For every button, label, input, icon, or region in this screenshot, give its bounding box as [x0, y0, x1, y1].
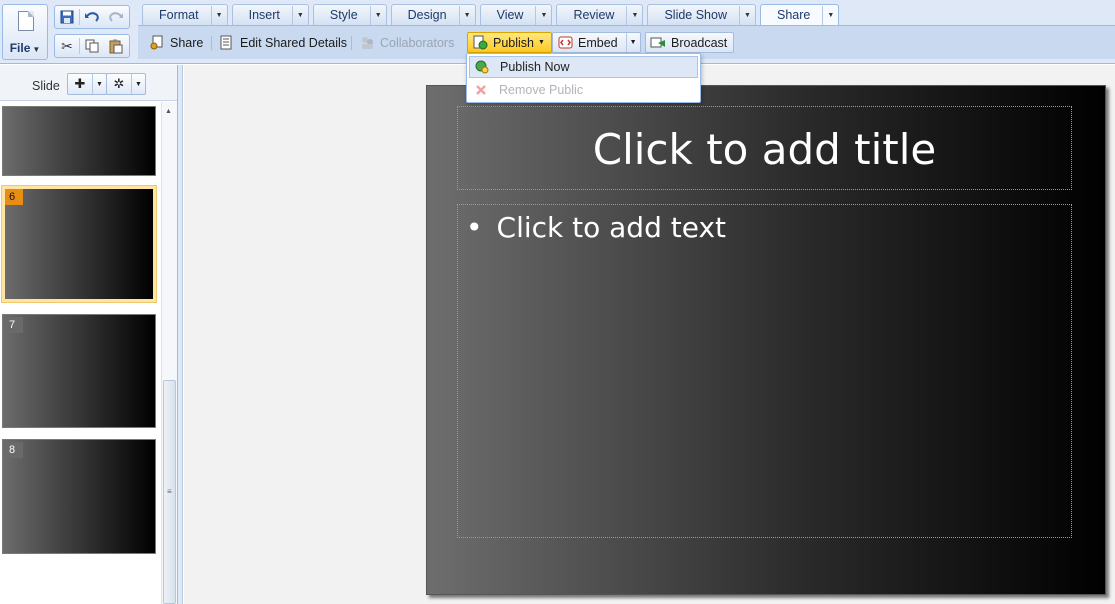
menu-tabs: Format ▼ Insert ▼ Style ▼ Design ▼ View ▼ Rev…	[142, 4, 843, 25]
edit-document-icon	[219, 35, 235, 51]
share-label: Share	[170, 35, 204, 50]
publish-now-label: Publish Now	[500, 60, 570, 74]
tab-view[interactable]: View ▼	[479, 4, 553, 25]
tab-label: View	[496, 8, 524, 22]
tab-design[interactable]: Design ▼	[390, 4, 476, 25]
tab-label: Review	[573, 8, 615, 22]
gear-icon: ✲	[113, 76, 125, 91]
slide-panel-label: Slide	[32, 79, 60, 93]
chevron-down-icon[interactable]: ▼	[535, 5, 551, 25]
title-placeholder[interactable]: Click to add title	[457, 106, 1072, 190]
file-menu-label: File	[9, 41, 31, 55]
tab-review[interactable]: Review ▼	[556, 4, 644, 25]
collaborators-icon	[359, 35, 375, 51]
edit-shared-details-label: Edit Shared Details	[240, 35, 348, 50]
share-icon	[149, 35, 165, 51]
chevron-down-icon[interactable]: ▼	[625, 33, 640, 52]
tab-label: Insert	[248, 8, 280, 22]
scroll-up-icon[interactable]: ▲	[165, 108, 172, 115]
slide-thumbnail-list: 6 7 8	[0, 102, 160, 604]
embed-button[interactable]: Embed ▼	[552, 32, 641, 53]
tab-style[interactable]: Style ▼	[312, 4, 387, 25]
body-placeholder-text: Click to add text	[496, 211, 727, 244]
broadcast-label: Broadcast	[671, 35, 728, 50]
chevron-down-icon[interactable]: ▼	[739, 5, 755, 25]
separator	[351, 36, 352, 50]
chevron-down-icon: ▼	[32, 45, 41, 54]
tab-format[interactable]: Format ▼	[142, 4, 228, 25]
tab-share[interactable]: Share ▼	[760, 4, 840, 25]
copy-icon[interactable]	[80, 35, 104, 57]
tab-label: Design	[407, 8, 447, 22]
quick-access-clipboard-group: ✂	[54, 34, 130, 58]
publish-label: Publish	[493, 35, 534, 50]
paste-icon[interactable]	[104, 35, 128, 57]
publish-now-menu-item[interactable]: Publish Now	[469, 56, 698, 78]
slide-thumbnail-selected[interactable]: 6	[1, 185, 157, 303]
cut-icon[interactable]: ✂	[55, 35, 79, 57]
scrollbar-thumb[interactable]: ≡	[163, 380, 176, 604]
title-placeholder-text: Click to add title	[592, 125, 937, 174]
chevron-down-icon[interactable]: ▼	[626, 5, 642, 25]
publish-icon	[472, 35, 488, 51]
globe-publish-icon	[470, 60, 494, 74]
edit-shared-details-button[interactable]: Edit Shared Details	[214, 32, 354, 53]
chevron-down-icon: ▼	[538, 39, 545, 46]
panel-splitter[interactable]	[178, 65, 183, 604]
slide-thumbnail[interactable]: 8	[2, 439, 156, 554]
broadcast-icon	[650, 35, 666, 51]
slide-settings-button[interactable]: ✲ ▼	[106, 73, 146, 95]
embed-icon	[557, 35, 573, 51]
tab-insert[interactable]: Insert ▼	[231, 4, 309, 25]
slide-editor-canvas: Click to add title • Click to add text	[184, 65, 1115, 604]
grip-icon: ≡	[167, 487, 172, 496]
chevron-down-icon[interactable]: ▼	[369, 5, 386, 25]
slide-number-badge: 7	[5, 317, 23, 333]
chevron-down-icon[interactable]: ▼	[210, 5, 227, 25]
chevron-down-icon[interactable]: ▼	[458, 5, 475, 25]
undo-icon[interactable]	[80, 6, 104, 28]
share-button[interactable]: Share	[144, 32, 210, 53]
body-placeholder[interactable]: • Click to add text	[457, 204, 1072, 538]
tab-slide-show[interactable]: Slide Show ▼	[647, 4, 756, 25]
slide-panel-header: Slide ✚ ▼ ✲ ▼	[0, 65, 177, 101]
collaborators-label: Collaborators	[380, 35, 455, 50]
publish-button[interactable]: Publish ▼	[467, 32, 552, 53]
file-menu-button[interactable]: File ▼	[2, 4, 48, 60]
redo-icon[interactable]	[104, 6, 128, 28]
tab-label: Format	[159, 8, 199, 22]
tab-label: Share	[777, 8, 811, 22]
remove-public-label: Remove Public	[499, 83, 584, 97]
chevron-down-icon[interactable]: ▼	[92, 74, 106, 94]
tab-label: Style	[329, 8, 358, 22]
embed-label: Embed	[578, 35, 618, 50]
save-icon[interactable]	[55, 6, 79, 28]
bullet-icon: •	[466, 211, 483, 244]
separator	[211, 36, 212, 50]
chevron-down-icon[interactable]: ▼	[131, 74, 145, 94]
publish-dropdown-menu: Publish Now Remove Public	[466, 53, 701, 103]
document-icon	[18, 11, 34, 31]
slide-thumbnail[interactable]: 7	[2, 314, 156, 428]
slide-number-badge: 8	[5, 442, 23, 458]
chevron-down-icon[interactable]: ▼	[822, 5, 838, 25]
plus-icon: ✚	[74, 76, 86, 91]
slide-thumbnail-panel: Slide ✚ ▼ ✲ ▼ 6 7 8 ▲ ≡	[0, 65, 178, 604]
remove-public-menu-item[interactable]: Remove Public	[469, 79, 698, 101]
slide-number-badge: 6	[5, 189, 23, 205]
chevron-down-icon[interactable]: ▼	[291, 5, 308, 25]
quick-access-undo-group	[54, 5, 130, 29]
slide-thumbnail[interactable]	[2, 106, 156, 176]
thumbnail-scrollbar[interactable]: ▲ ≡	[161, 102, 177, 604]
remove-icon	[469, 84, 493, 96]
tab-label: Slide Show	[664, 8, 727, 22]
broadcast-button[interactable]: Broadcast	[645, 32, 735, 53]
collaborators-button[interactable]: Collaborators	[354, 32, 461, 53]
current-slide[interactable]: Click to add title • Click to add text	[426, 85, 1106, 595]
add-slide-button[interactable]: ✚ ▼	[67, 73, 107, 95]
